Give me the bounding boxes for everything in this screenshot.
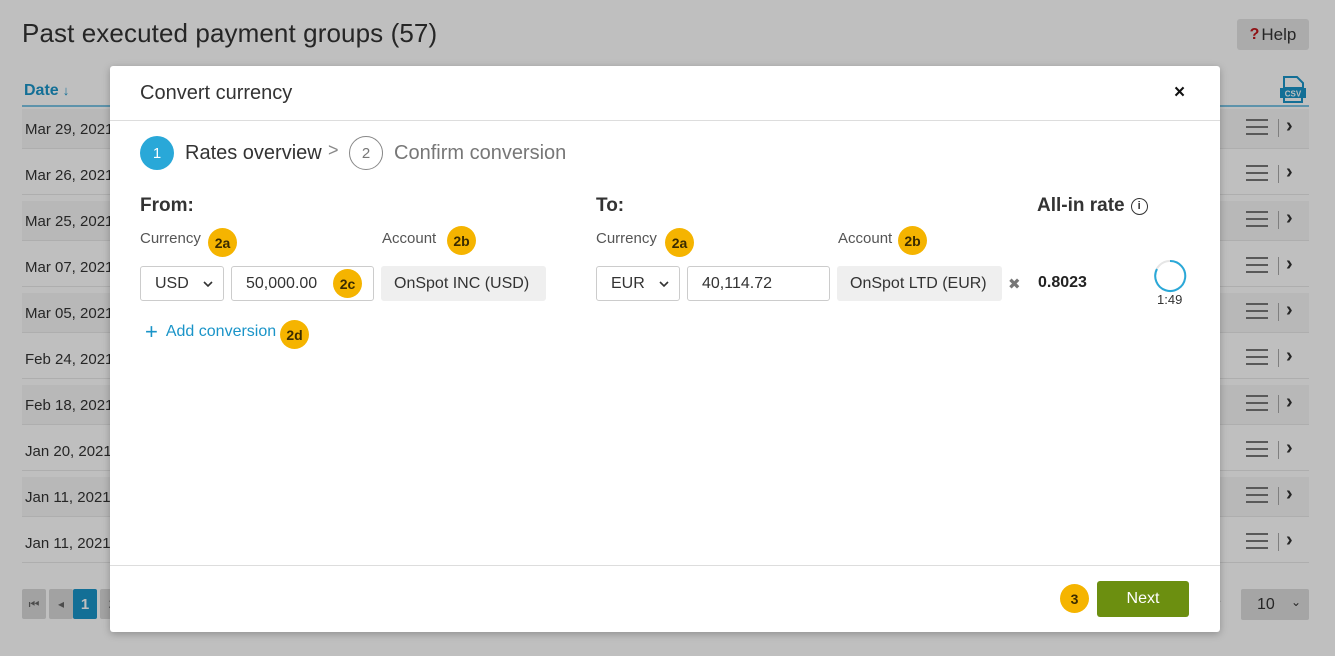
to-amount-input[interactable]: 40,114.72 [687,266,830,301]
to-account-value: OnSpot LTD (EUR) [850,274,987,292]
chevron-down-icon [203,281,213,288]
to-currency-value: EUR [611,274,645,292]
plus-icon: + [145,319,158,344]
from-account-label: Account [382,230,437,247]
convert-currency-modal: Convert currency × 1 Rates overview > 2 … [110,66,1220,632]
badge-add-conversion: 2d [280,320,309,349]
badge-amount: 2c [333,269,362,298]
step-2-indicator: 2 [349,136,383,170]
modal-footer-divider [110,565,1220,566]
modal-header-divider [110,120,1220,121]
all-in-rate-heading: All-in rate i [1037,195,1148,217]
from-heading: From: [140,195,194,216]
from-amount-value: 50,000.00 [246,274,318,292]
countdown-timer-icon [1154,259,1187,292]
from-currency-value: USD [155,274,189,292]
next-button[interactable]: Next [1097,581,1189,617]
modal-title: Convert currency [140,82,293,104]
chevron-down-icon [659,281,669,288]
all-in-rate-label: All-in rate [1037,195,1125,216]
badge-from-account: 2b [447,226,476,255]
badge-from-currency: 2a [208,228,237,257]
from-currency-label: Currency [140,230,201,247]
info-icon[interactable]: i [1130,197,1148,215]
add-conversion-label: Add conversion [165,323,277,340]
to-currency-select[interactable]: EUR [596,266,680,301]
to-amount-value: 40,114.72 [702,274,772,292]
chevron-right-icon: > [328,140,339,160]
step-1-label: Rates overview [185,142,322,164]
to-account-field: OnSpot LTD (EUR) [837,266,1002,301]
from-account-field: OnSpot INC (USD) [381,266,546,301]
step-2-label: Confirm conversion [394,142,567,164]
from-account-value: OnSpot INC (USD) [394,274,530,292]
step-1-indicator: 1 [140,136,174,170]
remove-conversion-icon[interactable]: ✖ [1008,275,1021,293]
from-currency-select[interactable]: USD [140,266,224,301]
to-account-label: Account [838,230,893,247]
badge-to-currency: 2a [665,228,694,257]
countdown-timer-text: 1:49 [1157,292,1183,307]
close-icon[interactable]: × [1174,82,1185,104]
badge-to-account: 2b [898,226,927,255]
badge-next: 3 [1060,584,1089,613]
to-currency-label: Currency [596,230,657,247]
add-conversion-button[interactable]: + Add conversion [145,321,276,343]
all-in-rate-value: 0.8023 [1038,274,1087,291]
to-heading: To: [596,195,625,216]
